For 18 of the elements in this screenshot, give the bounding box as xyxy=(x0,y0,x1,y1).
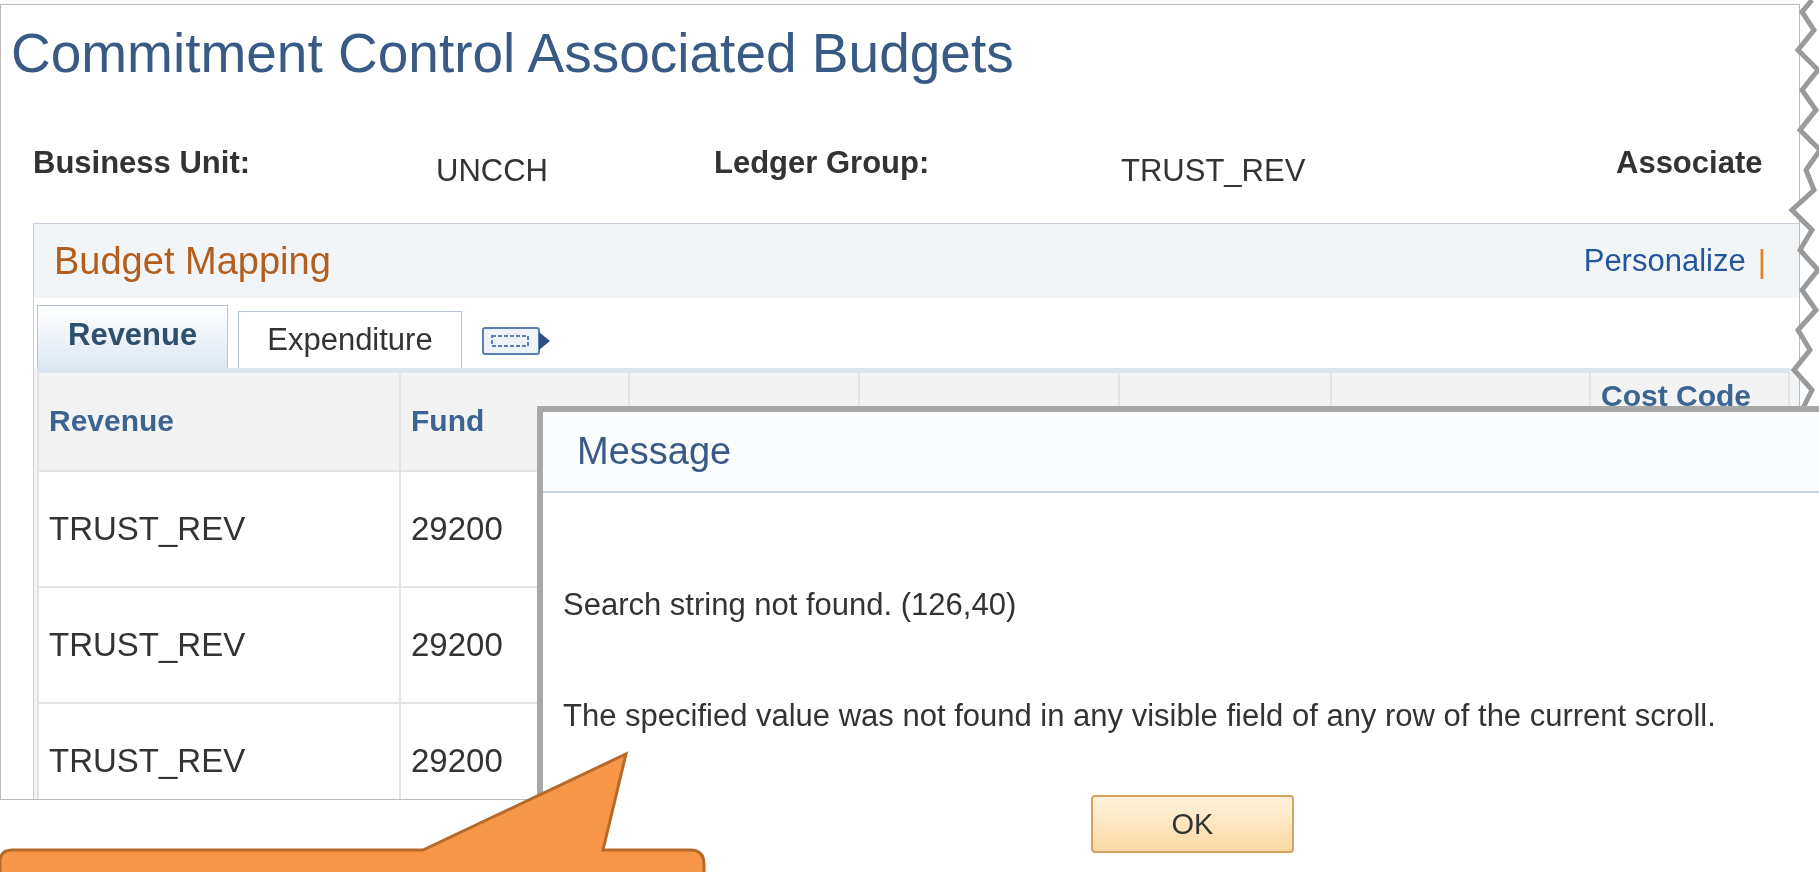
ok-button[interactable]: OK xyxy=(1091,795,1294,853)
link-separator: | xyxy=(1757,242,1766,280)
field-label: Associate xyxy=(1616,144,1763,182)
show-all-columns-icon[interactable] xyxy=(481,326,552,356)
dialog-title: Message xyxy=(543,412,1819,493)
table-cell: TRUST_REV xyxy=(38,702,400,799)
tab[interactable]: Revenue xyxy=(37,305,229,368)
field-label: Ledger Group: xyxy=(714,144,930,182)
field-value: TRUST_REV xyxy=(1121,152,1306,190)
page-title: Commitment Control Associated Budgets xyxy=(11,21,1015,85)
personalize-link[interactable]: Personalize xyxy=(1583,243,1746,279)
field-value: UNCCH xyxy=(436,152,548,190)
panel-title: Budget Mapping xyxy=(54,239,331,283)
column-header[interactable]: Revenue xyxy=(38,370,400,471)
field-label: Business Unit: xyxy=(33,144,251,182)
table-cell: TRUST_REV xyxy=(38,586,400,703)
table-cell: TRUST_REV xyxy=(38,470,400,587)
tab[interactable]: Expenditure xyxy=(238,311,462,368)
